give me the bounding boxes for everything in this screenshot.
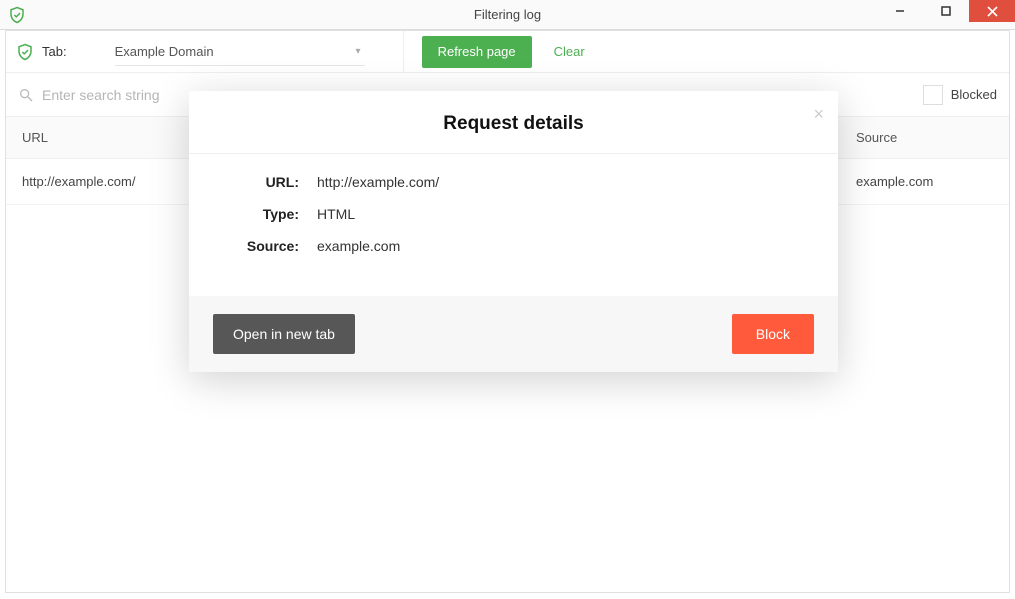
modal-header: Request details × [189,91,838,154]
top-controls-row: Tab: Example Domain ▾ Refresh page Clear [6,31,1009,73]
blocked-label: Blocked [951,87,997,102]
clear-button[interactable]: Clear [540,44,599,59]
shield-icon [16,43,34,61]
blocked-checkbox[interactable]: Blocked [923,85,997,105]
vertical-divider [403,31,404,73]
tab-select[interactable]: Example Domain ▾ [115,38,365,66]
modal-title: Request details [213,113,814,135]
request-details-modal: Request details × URL: http://example.co… [189,91,838,372]
modal-footer: Open in new tab Block [189,296,838,372]
close-button[interactable] [969,0,1015,22]
block-button[interactable]: Block [732,314,814,354]
checkbox-box [923,85,943,105]
detail-value-type: HTML [317,206,355,222]
modal-close-button[interactable]: × [813,105,824,123]
app-container: Tab: Example Domain ▾ Refresh page Clear… [5,30,1010,593]
tab-label: Tab: [42,44,67,59]
modal-body: URL: http://example.com/ Type: HTML Sour… [189,154,838,296]
search-icon [18,87,34,103]
open-in-new-tab-button[interactable]: Open in new tab [213,314,355,354]
window-title: Filtering log [0,7,1015,22]
column-header-source: Source [846,130,1009,145]
detail-row-url: URL: http://example.com/ [219,174,808,190]
maximize-button[interactable] [923,0,969,22]
detail-value-source: example.com [317,238,400,254]
window-titlebar: Filtering log [0,0,1015,30]
detail-label-url: URL: [219,174,299,190]
detail-value-url: http://example.com/ [317,174,439,190]
chevron-down-icon: ▾ [356,46,361,57]
detail-row-source: Source: example.com [219,238,808,254]
detail-row-type: Type: HTML [219,206,808,222]
refresh-page-button[interactable]: Refresh page [422,36,532,68]
cell-source: example.com [846,174,1009,189]
detail-label-source: Source: [219,238,299,254]
tab-selected-value: Example Domain [115,44,214,59]
window-controls [877,0,1015,22]
minimize-button[interactable] [877,0,923,22]
app-shield-icon [8,6,26,24]
detail-label-type: Type: [219,206,299,222]
